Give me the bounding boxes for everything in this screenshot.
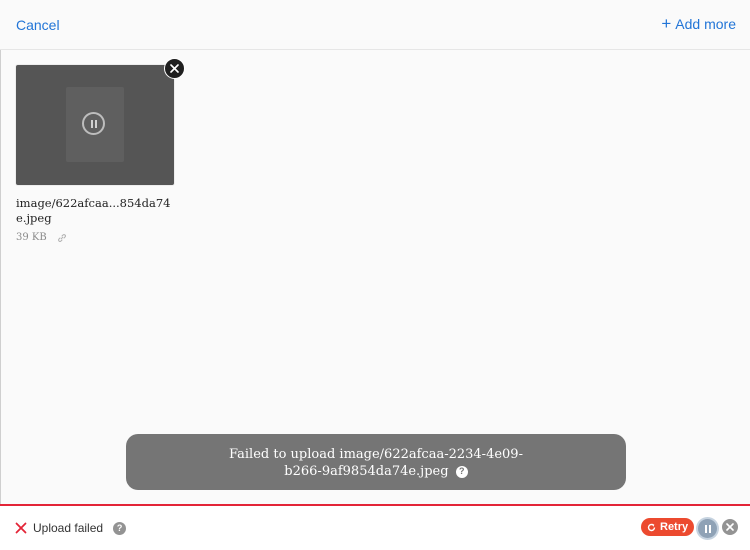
- toast-message-line2: b266-9af9854da74e.jpeg: [284, 464, 449, 479]
- dashboard-header: Cancel + Add more: [0, 0, 750, 50]
- plus-icon: +: [661, 14, 672, 33]
- left-border: [0, 0, 1, 550]
- status-left: Upload failed ?: [15, 521, 127, 535]
- file-name: image/622afcaa...854da74e.jpeg: [16, 196, 171, 225]
- error-toast: Failed to upload image/622afcaa-2234-4e0…: [126, 434, 626, 490]
- file-item: image/622afcaa...854da74e.jpeg 39 KB: [16, 58, 185, 243]
- retry-label: Retry: [660, 521, 689, 533]
- file-preview: [16, 58, 185, 185]
- toast-message-line2-wrap: b266-9af9854da74e.jpeg ?: [126, 463, 626, 480]
- help-icon[interactable]: ?: [455, 465, 468, 478]
- retry-icon: [647, 523, 656, 531]
- help-icon[interactable]: ?: [113, 521, 127, 535]
- error-icon: [15, 522, 27, 534]
- pause-all-button[interactable]: [698, 519, 717, 538]
- pause-icon: [704, 524, 707, 533]
- retry-button[interactable]: Retry: [641, 518, 695, 536]
- toast-message-line1: Failed to upload image/622afcaa-2234-4e0…: [229, 447, 523, 462]
- close-icon: [726, 523, 734, 531]
- file-placeholder: [66, 87, 124, 162]
- upload-dashboard: Cancel + Add more image/622afcaa...854da…: [0, 0, 750, 550]
- file-size: 39 KB: [16, 232, 47, 243]
- add-more-label: Add more: [675, 16, 736, 32]
- link-icon[interactable]: [57, 233, 67, 243]
- cancel-button[interactable]: Cancel: [16, 17, 60, 33]
- pause-icon[interactable]: [82, 112, 105, 135]
- add-more-button[interactable]: + Add more: [661, 14, 736, 33]
- cancel-all-button[interactable]: [722, 519, 738, 535]
- status-text: Upload failed: [33, 521, 104, 535]
- remove-file-button[interactable]: [164, 58, 185, 79]
- status-bar: Upload failed ? Retry: [0, 504, 750, 550]
- file-meta: 39 KB: [16, 232, 174, 243]
- close-icon: [170, 64, 179, 73]
